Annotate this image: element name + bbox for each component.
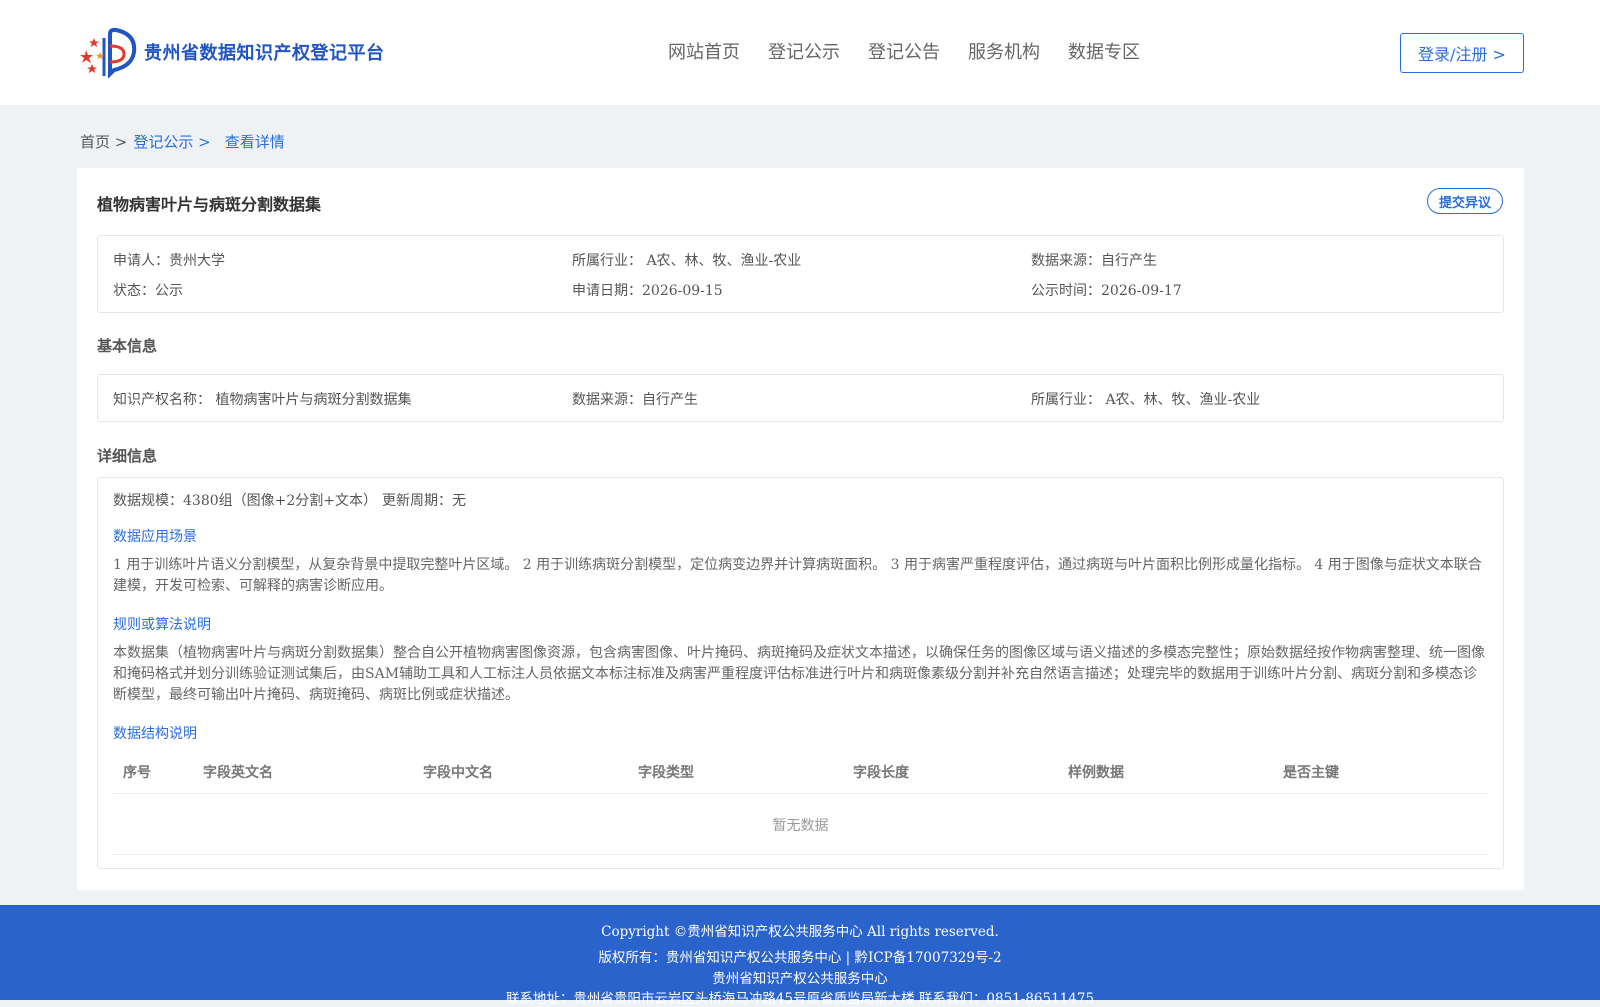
scenario-text: 1 用于训练叶片语义分割模型，从复杂背景中提取完整叶片区域。 2 用于训练病斑分… bbox=[113, 557, 1482, 594]
site-title: 贵州省数据知识产权登记平台 bbox=[144, 43, 385, 64]
rules-label: 规则或算法说明 bbox=[113, 617, 211, 633]
col-field-length: 字段长度 bbox=[853, 765, 909, 781]
breadcrumb-section[interactable]: 登记公示 > bbox=[133, 131, 210, 152]
industry: 所属行业： A农、林、牧、渔业-农业 bbox=[572, 253, 802, 269]
col-sample-data: 样例数据 bbox=[1068, 765, 1124, 781]
nav-registration-announcement[interactable]: 登记公告 bbox=[868, 38, 940, 64]
logo-emblem-icon bbox=[80, 26, 138, 79]
nav-service-agencies[interactable]: 服务机构 bbox=[968, 38, 1040, 64]
data-scale: 数据规模：4380组（图像+2分割+文本） bbox=[113, 493, 377, 509]
breadcrumb-current: 查看详情 bbox=[224, 133, 285, 151]
basic-data-source: 数据来源：自行产生 bbox=[572, 392, 698, 408]
structure-table-header: 序号 字段英文名 字段中文名 字段类型 字段长度 样例数据 是否主键 bbox=[113, 758, 1488, 794]
col-index: 序号 bbox=[123, 765, 151, 781]
detail-card: 植物病害叶片与病斑分割数据集 提交异议 申请人：贵州大学 所属行业： A农、林、… bbox=[77, 168, 1524, 890]
breadcrumb: 首页 > 登记公示 > 查看详情 bbox=[80, 131, 291, 152]
footer-contact: 联系地址：贵州省贵阳市云岩区头桥海马冲路45号原省质监局新大楼 联系我们：085… bbox=[505, 991, 1095, 1007]
site-header: 贵州省数据知识产权登记平台 网站首页 登记公示 登记公告 服务机构 数据专区 登… bbox=[0, 0, 1600, 105]
scenario-label: 数据应用场景 bbox=[113, 529, 197, 545]
detail-info-box: 数据规模：4380组（图像+2分割+文本） 更新周期：无 数据应用场景 1 用于… bbox=[97, 477, 1504, 869]
footer-org: 贵州省知识产权公共服务中心 bbox=[712, 971, 888, 987]
status: 状态：公示 bbox=[113, 283, 183, 299]
submit-objection-button[interactable]: 提交异议 bbox=[1427, 188, 1503, 214]
structure-label: 数据结构说明 bbox=[113, 726, 197, 742]
apply-date: 申请日期：2026-09-15 bbox=[572, 283, 723, 299]
main-nav: 网站首页 登记公示 登记公告 服务机构 数据专区 bbox=[668, 38, 1168, 64]
basic-info-heading: 基本信息 bbox=[97, 337, 158, 355]
dataset-title: 植物病害叶片与病斑分割数据集 bbox=[97, 195, 322, 214]
breadcrumb-home[interactable]: 首页 > bbox=[80, 131, 127, 152]
summary-box: 申请人：贵州大学 所属行业： A农、林、牧、渔业-农业 数据来源：自行产生 状态… bbox=[97, 235, 1504, 313]
nav-registration-publicity[interactable]: 登记公示 bbox=[768, 38, 840, 64]
detail-info-heading: 详细信息 bbox=[97, 447, 158, 465]
col-primary-key: 是否主键 bbox=[1283, 765, 1339, 781]
col-english-name: 字段英文名 bbox=[203, 765, 273, 781]
nav-data-zone[interactable]: 数据专区 bbox=[1068, 38, 1140, 64]
update-cycle: 更新周期：无 bbox=[382, 493, 466, 509]
rules-text: 本数据集（植物病害叶片与病斑分割数据集）整合自公开植物病害图像资源，包含病害图像… bbox=[113, 645, 1485, 703]
table-empty-state: 暂无数据 bbox=[113, 795, 1488, 855]
footer-copyright: Copyright ©贵州省知识产权公共服务中心 All rights rese… bbox=[601, 924, 999, 940]
login-register-button[interactable]: 登录/注册 > bbox=[1400, 33, 1524, 73]
site-footer: Copyright ©贵州省知识产权公共服务中心 All rights rese… bbox=[0, 905, 1600, 1007]
ip-name: 知识产权名称： 植物病害叶片与病斑分割数据集 bbox=[113, 392, 412, 408]
applicant: 申请人：贵州大学 bbox=[113, 253, 225, 269]
col-field-type: 字段类型 bbox=[638, 765, 694, 781]
basic-info-box: 知识产权名称： 植物病害叶片与病斑分割数据集 数据来源：自行产生 所属行业： A… bbox=[97, 374, 1504, 422]
col-chinese-name: 字段中文名 bbox=[423, 765, 493, 781]
data-source: 数据来源：自行产生 bbox=[1031, 253, 1157, 269]
footer-owner: 版权所有：贵州省知识产权公共服务中心 | 黔ICP备17007329号-2 bbox=[598, 950, 1002, 966]
nav-home[interactable]: 网站首页 bbox=[668, 38, 740, 64]
site-logo[interactable]: 贵州省数据知识产权登记平台 bbox=[80, 26, 385, 79]
basic-industry: 所属行业： A农、林、牧、渔业-农业 bbox=[1031, 392, 1261, 408]
publish-date: 公示时间：2026-09-17 bbox=[1031, 283, 1182, 299]
